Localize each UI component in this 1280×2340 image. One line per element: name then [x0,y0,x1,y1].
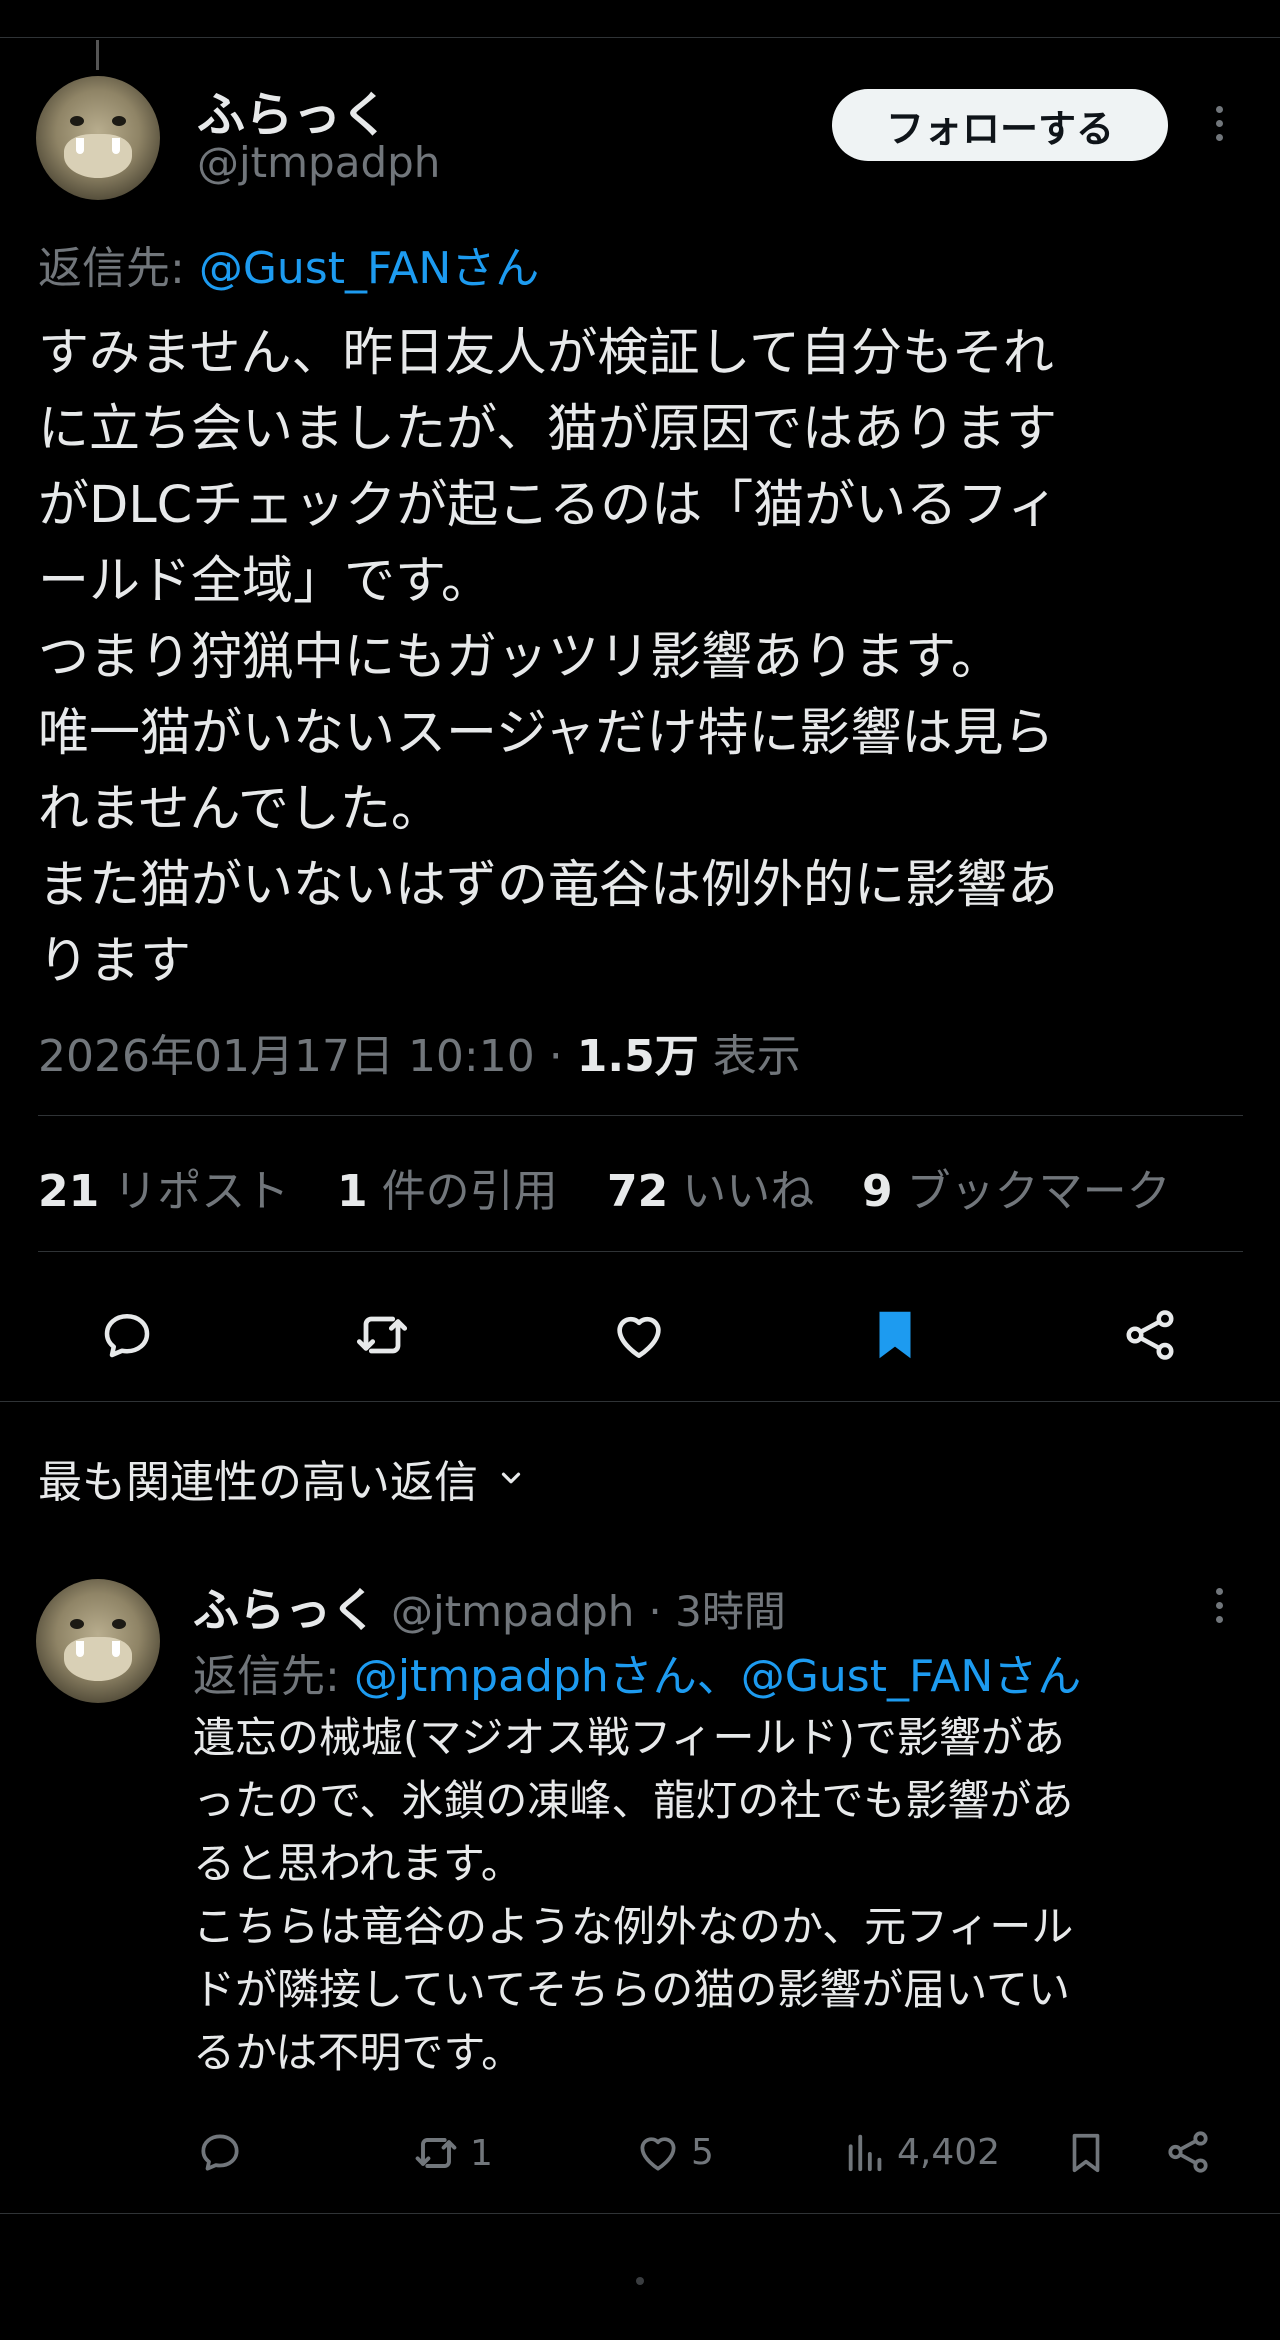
bookmark-count: 9 [862,1166,893,1217]
reply-text: 遺忘の械墟(マジオス戦フィールド)で影響があ ったので、氷鎖の凍峰、龍灯の社でも… [193,1713,1074,2077]
like-label: いいね [682,1166,815,1217]
repost-stat[interactable]: 21 リポスト [38,1155,289,1219]
retweet-icon [356,1316,408,1354]
reply-to-mentions[interactable]: @jtmpadphさん、@Gust_FANさん [354,1651,1081,1702]
reply-header: ふらっく @jtmpadph · 3時間 [193,1574,786,1640]
quote-stat[interactable]: 1 件の引用 [337,1155,558,1219]
bookmark-icon [879,1311,911,1359]
bookmark-icon [1072,2133,1100,2173]
reply-time[interactable]: · 3時間 [648,1578,785,1639]
thread-connector [96,40,99,70]
reply-to-prefix: 返信先: [193,1651,340,1702]
reply-display-name[interactable]: ふらっく [193,1574,377,1640]
top-divider [0,37,1280,38]
reply-icon [104,1314,150,1358]
reply-to-line: 返信先: @Gust_FANさん [38,232,539,296]
like-count: 5 [691,2131,714,2173]
section-divider [0,1401,1280,1402]
bookmark-stat[interactable]: 9 ブックマーク [862,1155,1171,1219]
bookmark-label: ブックマーク [906,1166,1171,1217]
bookmark-button[interactable] [860,1300,930,1370]
reply-button[interactable] [92,1300,162,1370]
views-icon [848,2134,882,2172]
more-icon[interactable] [1209,1588,1229,1623]
repost-label: リポスト [113,1166,290,1217]
view-label: 表示 [712,1031,801,1082]
section-divider [0,2213,1280,2214]
share-icon [1168,2131,1208,2173]
chevron-down-icon [501,1472,521,1484]
like-icon [617,1316,661,1358]
reply-bookmark-button[interactable] [1063,2127,1109,2179]
reply-views-button[interactable]: 4,402 [843,2127,1000,2177]
retweet-count: 1 [470,2132,493,2174]
reply-reply-button[interactable] [195,2127,245,2177]
retweet-button[interactable] [347,1300,417,1370]
like-icon [640,2137,676,2171]
reply-icon [201,2134,239,2171]
display-name[interactable]: ふらっく [197,75,389,145]
view-count: 1.5万 [576,1031,699,1082]
like-button[interactable] [604,1300,674,1370]
replies-sort-label: 最も関連性の高い返信 [38,1457,478,1508]
tweet-text: すみません、昨日友人が検証して自分もそれ に立ち会いましたが、猫が原因ではありま… [38,324,1059,991]
divider [38,1251,1243,1252]
timestamp[interactable]: 2026年01月17日 10:10 [38,1031,535,1082]
reply-to-mention[interactable]: @Gust_FANさん [199,243,539,294]
quote-count: 1 [337,1166,368,1217]
meta-separator: · [548,1031,563,1082]
reply-to-line: 返信先: @jtmpadphさん、@Gust_FANさん [193,1640,1081,1704]
view-count: 4,402 [897,2131,1001,2173]
share-button[interactable] [1115,1300,1185,1370]
more-icon[interactable] [1209,106,1229,141]
share-icon [1126,1310,1174,1360]
like-stat[interactable]: 72 いいね [607,1155,814,1219]
like-count: 72 [607,1166,669,1217]
loading-dot [636,2277,644,2285]
replies-sort-selector[interactable]: 最も関連性の高い返信 [38,1446,526,1510]
follow-button[interactable]: フォローする [832,89,1168,161]
reply-like-button[interactable]: 5 [633,2127,714,2177]
reply-avatar[interactable] [36,1579,160,1703]
repost-count: 21 [38,1166,100,1217]
reply-share-button[interactable] [1163,2127,1213,2177]
reply-handle[interactable]: @jtmpadph [391,1587,634,1636]
tweet-meta: 2026年01月17日 10:10 · 1.5万 表示 [38,1020,801,1084]
divider [38,1115,1243,1116]
user-handle[interactable]: @jtmpadph [197,138,440,187]
reply-retweet-button[interactable]: 1 [410,2127,493,2179]
quote-label: 件の引用 [381,1166,558,1217]
avatar[interactable] [36,76,160,200]
retweet-icon [415,2138,457,2168]
reply-to-prefix: 返信先: [38,243,185,294]
